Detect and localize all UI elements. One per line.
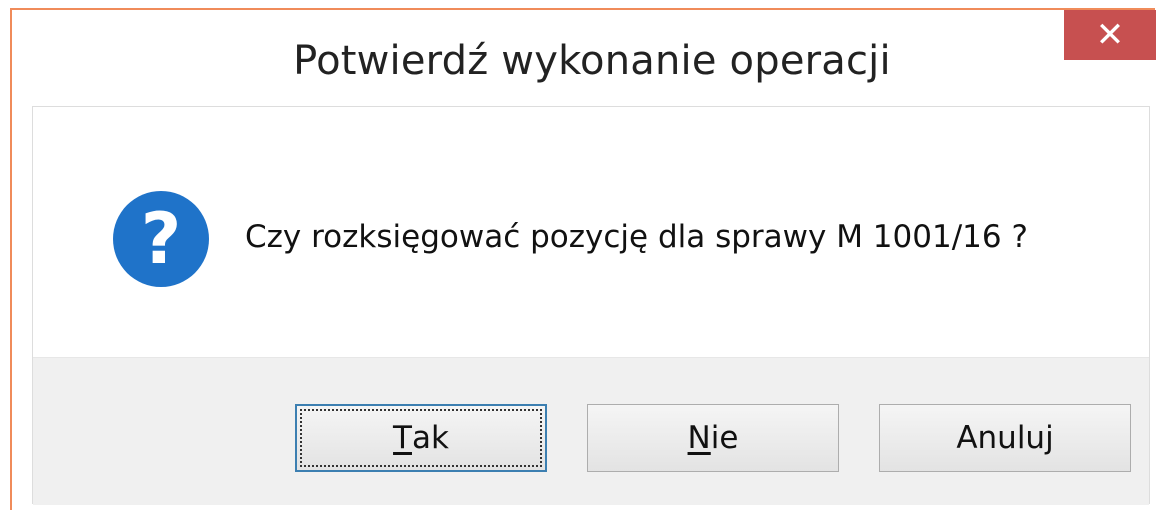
no-button[interactable]: Nie <box>587 404 839 472</box>
no-button-label-rest: ie <box>710 420 739 456</box>
yes-button[interactable]: Tak <box>295 404 547 472</box>
dialog-title: Potwierdź wykonanie operacji <box>293 38 891 84</box>
yes-button-accelerator: T <box>393 420 412 456</box>
close-button[interactable]: ✕ <box>1064 10 1156 60</box>
dialog-content: ? Czy rozksięgować pozycję dla sprawy M … <box>32 106 1150 505</box>
yes-button-label-rest: ak <box>411 420 449 456</box>
no-button-accelerator: N <box>687 420 711 456</box>
question-icon: ? <box>113 191 209 287</box>
dialog-message: Czy rozksięgować pozycję dla sprawy M 10… <box>245 219 1028 255</box>
cancel-button-label: Anuluj <box>956 420 1054 456</box>
button-area: Tak Nie Anuluj <box>33 357 1149 505</box>
message-area: ? Czy rozksięgować pozycję dla sprawy M … <box>33 107 1149 357</box>
confirm-dialog: Potwierdź wykonanie operacji ✕ ? Czy roz… <box>10 8 1156 510</box>
question-mark-glyph: ? <box>140 198 182 280</box>
cancel-button[interactable]: Anuluj <box>879 404 1131 472</box>
close-icon: ✕ <box>1095 15 1125 55</box>
title-bar[interactable]: Potwierdź wykonanie operacji ✕ <box>12 10 1156 106</box>
